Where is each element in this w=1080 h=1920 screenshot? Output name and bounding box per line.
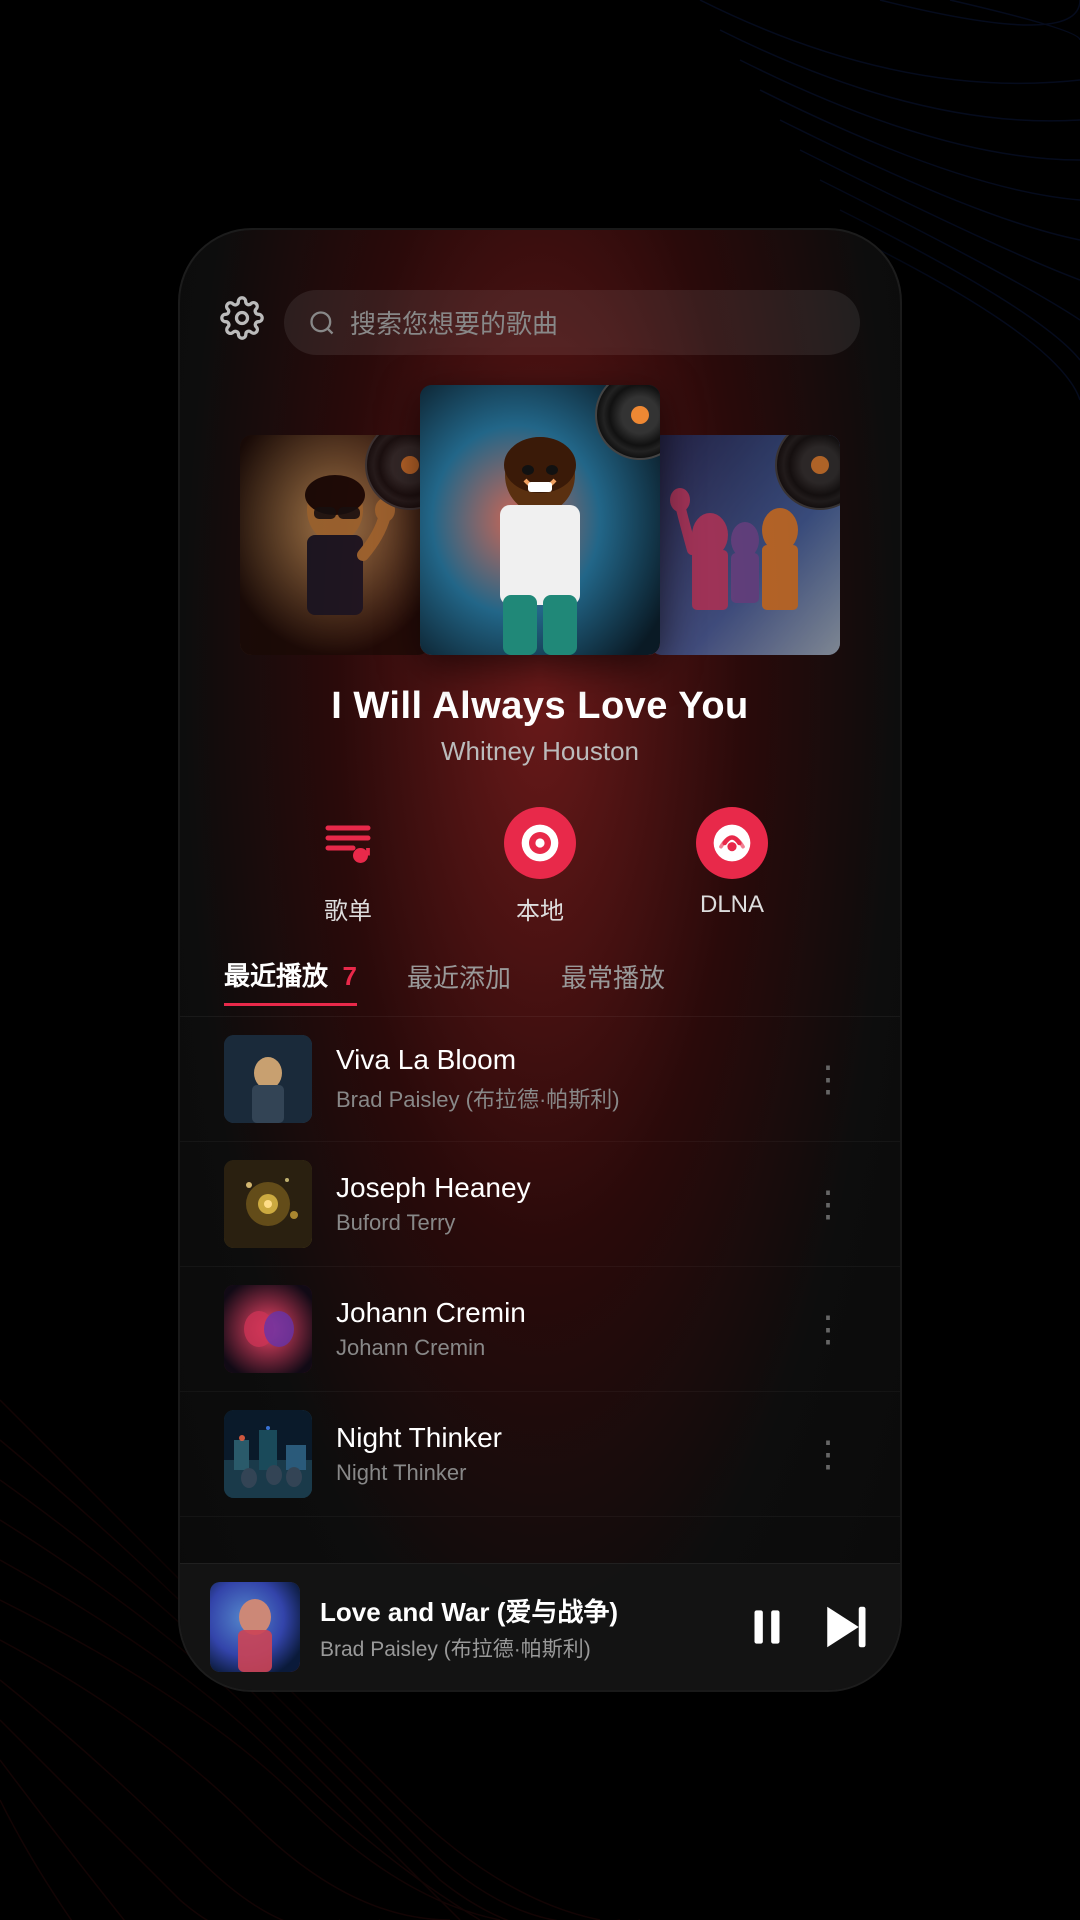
- song-thumb-2: [224, 1160, 312, 1248]
- song-title-1: Viva La Bloom: [336, 1044, 776, 1076]
- header: 搜索您想要的歌曲: [180, 230, 900, 375]
- album-card-right[interactable]: [650, 435, 840, 655]
- pause-button[interactable]: [742, 1602, 792, 1652]
- pause-icon: [742, 1602, 792, 1652]
- nav-icons: 歌单 本地: [180, 777, 900, 946]
- tabs-bar: 最近播放 7 最近添加 最常播放: [180, 946, 900, 1017]
- now-playing-info: Love and War (爱与战争) Brad Paisley (布拉德·帕斯…: [320, 1592, 722, 1663]
- now-playing-thumb: [210, 1582, 300, 1672]
- featured-song-artist: Whitney Houston: [180, 736, 900, 767]
- dlna-icon-svg: [710, 821, 754, 865]
- song-thumb-4: [224, 1410, 312, 1498]
- now-playing-bar[interactable]: Love and War (爱与战争) Brad Paisley (布拉德·帕斯…: [180, 1563, 900, 1690]
- song-artist-3: Johann Cremin: [336, 1335, 776, 1361]
- search-input-placeholder: 搜索您想要的歌曲: [350, 304, 558, 341]
- album-card-center[interactable]: [420, 385, 660, 655]
- more-button-3[interactable]: ⋮: [800, 1298, 856, 1360]
- tab-recent-play-badge: 7: [342, 961, 356, 991]
- song-title-4: Night Thinker: [336, 1422, 776, 1454]
- song-artist-4: Night Thinker: [336, 1460, 776, 1486]
- search-bar[interactable]: 搜索您想要的歌曲: [284, 290, 860, 355]
- now-playing-artist: Brad Paisley (布拉德·帕斯利): [320, 1633, 722, 1663]
- song-row-2[interactable]: Joseph Heaney Buford Terry ⋮: [180, 1142, 900, 1267]
- playback-controls: [742, 1600, 870, 1654]
- song-info-row-4: Night Thinker Night Thinker: [336, 1422, 776, 1486]
- song-row-1[interactable]: Viva La Bloom Brad Paisley (布拉德·帕斯利) ⋮: [180, 1017, 900, 1142]
- settings-button[interactable]: [220, 296, 264, 350]
- song-row-4[interactable]: Night Thinker Night Thinker ⋮: [180, 1392, 900, 1517]
- album-card-left[interactable]: [240, 435, 430, 655]
- nav-label-dlna: DLNA: [700, 891, 764, 919]
- song-thumb-1: [224, 1035, 312, 1123]
- song-artist-1: Brad Paisley (布拉德·帕斯利): [336, 1082, 776, 1114]
- featured-song-title: I Will Always Love You: [180, 685, 900, 728]
- more-button-2[interactable]: ⋮: [800, 1173, 856, 1235]
- nav-item-playlist[interactable]: 歌单: [312, 807, 384, 926]
- playlist-icon: [318, 813, 378, 873]
- disc-icon: [518, 821, 562, 865]
- dlna-icon: [696, 807, 768, 879]
- next-button[interactable]: [816, 1600, 870, 1654]
- next-icon: [816, 1600, 870, 1654]
- song-info-row-1: Viva La Bloom Brad Paisley (布拉德·帕斯利): [336, 1044, 776, 1114]
- song-info-row-2: Joseph Heaney Buford Terry: [336, 1172, 776, 1236]
- tab-recently-added[interactable]: 最近添加: [407, 958, 511, 1005]
- song-title-2: Joseph Heaney: [336, 1172, 776, 1204]
- song-info-row-3: Johann Cremin Johann Cremin: [336, 1297, 776, 1361]
- song-artist-2: Buford Terry: [336, 1210, 776, 1236]
- nav-label-playlist: 歌单: [324, 891, 372, 926]
- nav-label-local: 本地: [516, 891, 564, 926]
- tab-recent-play[interactable]: 最近播放 7: [224, 956, 357, 1006]
- album-carousel: [180, 375, 900, 665]
- song-thumb-3: [224, 1285, 312, 1373]
- local-icon: [504, 807, 576, 879]
- song-row-3[interactable]: Johann Cremin Johann Cremin ⋮: [180, 1267, 900, 1392]
- search-icon: [308, 309, 336, 337]
- phone-frame: 搜索您想要的歌曲: [180, 230, 900, 1690]
- nav-item-dlna[interactable]: DLNA: [696, 807, 768, 926]
- song-list: Viva La Bloom Brad Paisley (布拉德·帕斯利) ⋮: [180, 1017, 900, 1563]
- now-playing-title: Love and War (爱与战争): [320, 1592, 722, 1629]
- nav-item-local[interactable]: 本地: [504, 807, 576, 926]
- more-button-1[interactable]: ⋮: [800, 1048, 856, 1110]
- song-title-3: Johann Cremin: [336, 1297, 776, 1329]
- featured-song-info: I Will Always Love You Whitney Houston: [180, 665, 900, 777]
- tab-most-played[interactable]: 最常播放: [561, 958, 665, 1005]
- more-button-4[interactable]: ⋮: [800, 1423, 856, 1485]
